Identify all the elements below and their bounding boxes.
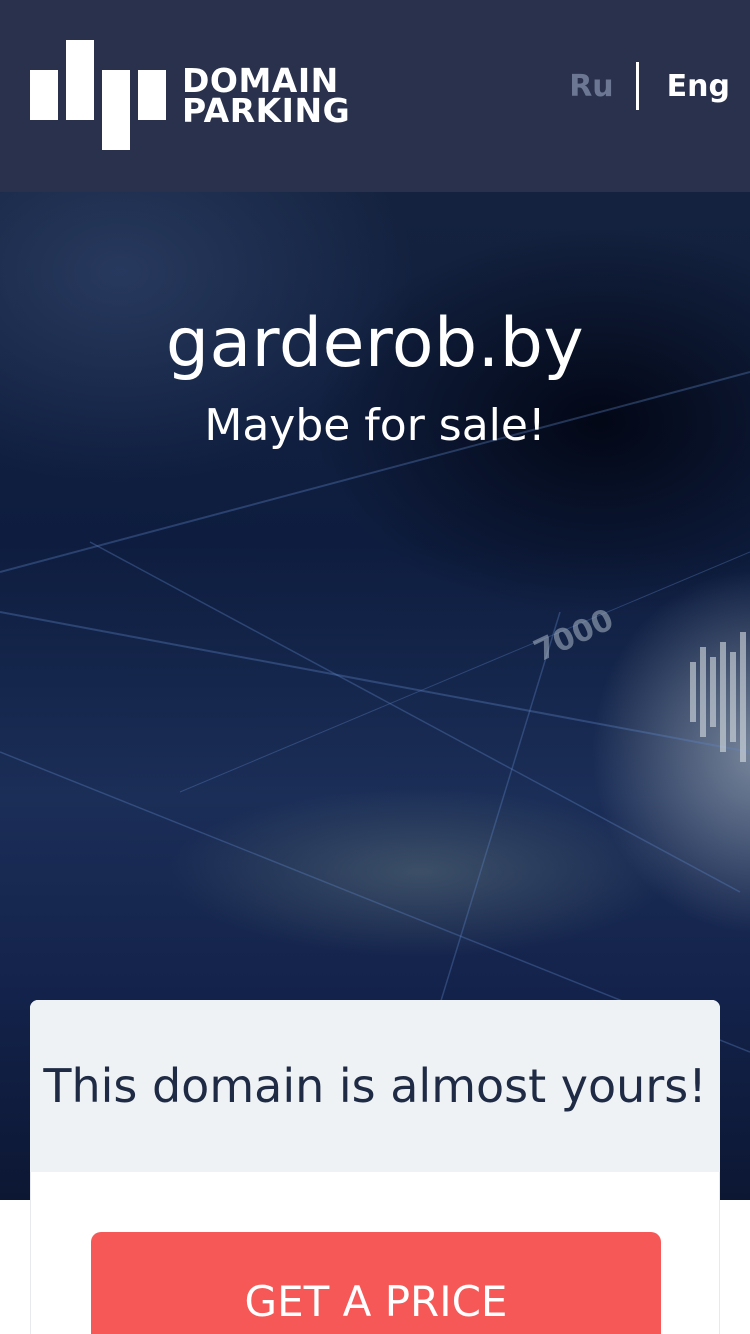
domain-name-title: garderob.by xyxy=(165,304,585,383)
language-ru-link[interactable]: Ru xyxy=(569,69,613,104)
for-sale-subtitle: Maybe for sale! xyxy=(204,400,546,451)
offer-card-header: This domain is almost yours! xyxy=(30,1000,720,1172)
site-header: DOMAIN PARKING Ru Eng xyxy=(0,0,750,192)
logo-text: DOMAIN PARKING xyxy=(182,64,351,130)
offer-headline: This domain is almost yours! xyxy=(43,1059,707,1113)
logo-bars-icon xyxy=(30,40,166,150)
get-price-button[interactable]: GET A PRICE xyxy=(91,1232,661,1334)
language-switcher: Ru Eng xyxy=(569,62,730,110)
language-eng-link[interactable]: Eng xyxy=(667,69,730,104)
offer-card-body: GET A PRICE xyxy=(30,1172,720,1334)
logo-line-parking: PARKING xyxy=(182,91,351,130)
domain-parking-logo[interactable]: DOMAIN PARKING xyxy=(30,40,360,152)
hero-background-number: 7000 xyxy=(529,602,619,669)
offer-card: This domain is almost yours! GET A PRICE xyxy=(30,1000,720,1334)
language-divider xyxy=(635,62,639,110)
